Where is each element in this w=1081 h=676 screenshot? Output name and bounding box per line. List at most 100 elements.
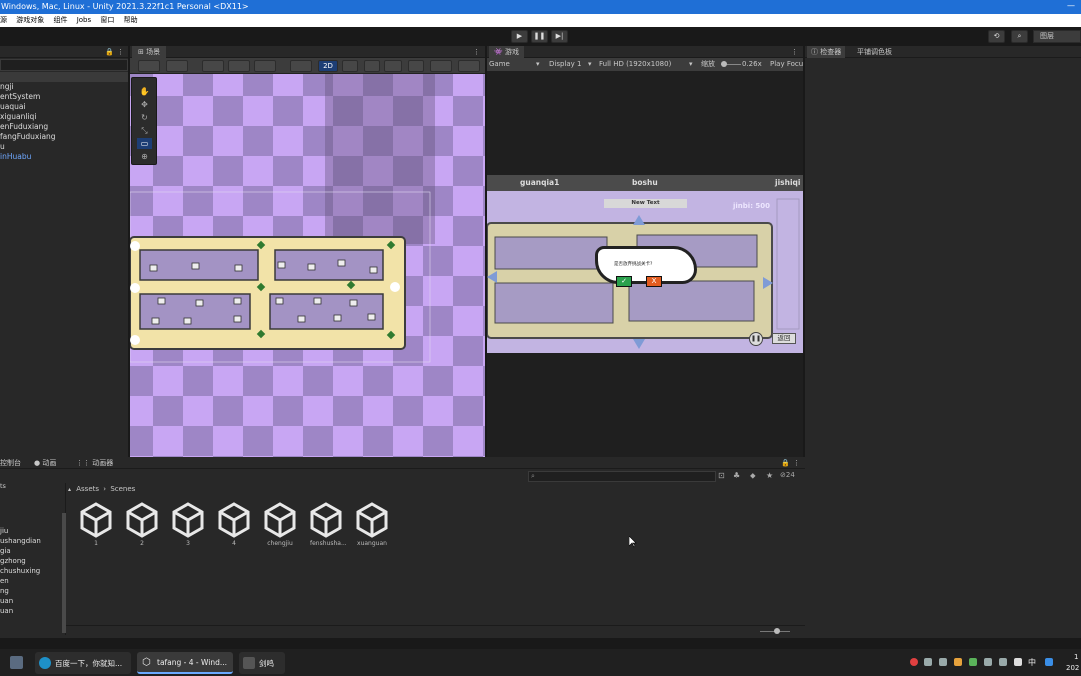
2d-toggle[interactable]: 2D	[318, 60, 338, 72]
list-item[interactable]: xiguanliqi	[0, 112, 128, 122]
pivot-button[interactable]	[254, 60, 276, 72]
tray-icon[interactable]	[1045, 658, 1053, 666]
tree-item[interactable]: gzhong	[0, 556, 65, 566]
list-item[interactable]: uaquai	[0, 102, 128, 112]
tray-icon[interactable]	[924, 658, 932, 666]
hierarchy-search-input[interactable]	[0, 59, 128, 71]
tab-scene[interactable]: ⊞ 场景	[132, 46, 167, 58]
tab-tile-palette[interactable]: 平铺调色板	[857, 46, 892, 58]
scene-header-row[interactable]	[0, 72, 128, 82]
microphone-icon[interactable]	[1014, 658, 1022, 666]
tree-item[interactable]: ts	[0, 483, 65, 490]
tag-icon[interactable]: ⬥	[750, 471, 756, 481]
resolution-dropdown[interactable]: Full HD (1920x1080)	[599, 58, 671, 71]
tree-item[interactable]: jiu	[0, 526, 65, 536]
tab-game[interactable]: 👾 游戏	[489, 46, 524, 58]
lighting-toggle[interactable]	[342, 60, 358, 72]
filter-label-icon[interactable]: ♣	[733, 471, 740, 480]
hand-tool-icon[interactable]: ✋	[137, 86, 152, 97]
record-icon[interactable]	[910, 658, 918, 666]
menu-item-component[interactable]: 组件	[53, 16, 67, 24]
menu-item-gameobject[interactable]: 游戏对象	[16, 16, 44, 24]
taskbar-app-third[interactable]: 剑鸣	[239, 652, 285, 674]
scene-asset[interactable]: 4	[218, 502, 250, 547]
scale-tool-icon[interactable]: ⤡	[137, 125, 152, 136]
filter-type-icon[interactable]: ⊡	[718, 471, 725, 480]
tree-item[interactable]: en	[0, 576, 65, 586]
camera-settings-button[interactable]	[430, 60, 452, 72]
taskview-icon[interactable]	[10, 656, 23, 669]
menu-item-gameobject-partial[interactable]: 源	[0, 16, 7, 24]
pause-button[interactable]: ❚❚	[531, 30, 548, 43]
snap-increment-button[interactable]	[228, 60, 250, 72]
play-focused-dropdown[interactable]: Play Focu	[770, 58, 803, 71]
network-icon[interactable]	[984, 658, 992, 666]
tab-animator[interactable]: ⋮⋮ 动画器	[76, 457, 113, 469]
volume-icon[interactable]	[999, 658, 1007, 666]
back-button[interactable]: 返回	[772, 333, 796, 344]
rect-tool-icon[interactable]: ▭	[137, 138, 152, 149]
favorite-icon[interactable]: ★	[766, 471, 773, 480]
icon-size-slider-handle[interactable]	[774, 628, 780, 634]
menu-item-help[interactable]: 帮助	[124, 16, 138, 24]
list-item[interactable]: entSystem	[0, 92, 128, 102]
play-button[interactable]: ▶	[511, 30, 528, 43]
tree-item[interactable]: uan	[0, 596, 65, 606]
tray-icon[interactable]	[969, 658, 977, 666]
display-dropdown[interactable]: Display 1	[549, 58, 581, 71]
ime-indicator[interactable]: 中	[1028, 657, 1036, 668]
more-icon[interactable]: ⋮	[793, 457, 800, 469]
tree-item[interactable]: ushangdian	[0, 536, 65, 546]
audio-toggle[interactable]	[364, 60, 380, 72]
tree-item[interactable]: ng	[0, 586, 65, 596]
game-view[interactable]: guanqia1 boshu jishiqi New Text jinbi: 5…	[487, 175, 803, 353]
move-tool-icon[interactable]: ✥	[137, 99, 152, 110]
lock-icon[interactable]: 🔒	[105, 46, 114, 58]
clock-date[interactable]: 202	[1066, 664, 1079, 672]
transform-tool-icon[interactable]: ⊕	[137, 151, 152, 162]
tab-animation[interactable]: ● 动画	[34, 457, 56, 469]
clock-time[interactable]: 1	[1074, 653, 1078, 661]
scene-asset[interactable]: chengjiu	[264, 502, 296, 547]
tray-icon[interactable]	[939, 658, 947, 666]
scene-view[interactable]	[130, 74, 485, 457]
tree-item[interactable]: chushuxing	[0, 566, 65, 576]
history-icon[interactable]: ⟲	[988, 30, 1005, 43]
scene-asset[interactable]: 1	[80, 502, 112, 547]
list-item[interactable]: ngji	[0, 82, 128, 92]
taskbar-app-unity[interactable]: ⬡ tafang - 4 - Wind...	[137, 652, 233, 674]
project-search-input[interactable]: ⌕	[528, 471, 716, 482]
menu-item-window[interactable]: 窗口	[100, 16, 114, 24]
tab-console[interactable]: 控制台	[0, 457, 21, 469]
draw-mode-button[interactable]	[138, 60, 160, 72]
cancel-button[interactable]: X	[646, 276, 662, 287]
rotate-tool-icon[interactable]: ↻	[137, 112, 152, 123]
gizmo-mode-button[interactable]	[290, 60, 312, 72]
tree-scrollbar[interactable]	[62, 513, 66, 633]
scene-asset[interactable]: fenshusha...	[310, 502, 347, 547]
layers-dropdown[interactable]: 图层	[1033, 30, 1081, 43]
list-item[interactable]: u	[0, 142, 128, 152]
list-item[interactable]: inHuabu	[0, 152, 128, 162]
more-icon[interactable]: ⋮	[117, 46, 124, 58]
hidden-objects-toggle[interactable]	[408, 60, 424, 72]
lock-icon[interactable]: 🔒	[781, 457, 790, 469]
tree-item[interactable]: gia	[0, 546, 65, 556]
minimize-button[interactable]: —	[1067, 0, 1075, 14]
confirm-button[interactable]: ✓	[616, 276, 632, 287]
grid-snap-button[interactable]	[202, 60, 224, 72]
effects-toggle[interactable]	[384, 60, 402, 72]
game-mode-dropdown[interactable]: Game	[489, 58, 510, 71]
list-item[interactable]: enFuduxiang	[0, 122, 128, 132]
search-icon[interactable]: ⌕	[1011, 30, 1028, 43]
scene-asset[interactable]: xuanguan	[356, 502, 388, 547]
more-icon[interactable]: ⋮	[473, 46, 480, 58]
scene-camera-button[interactable]	[166, 60, 188, 72]
scale-slider-handle[interactable]	[721, 61, 727, 67]
pause-icon[interactable]: ❚❚	[749, 332, 763, 346]
list-item[interactable]: fangFuduxiang	[0, 132, 128, 142]
step-button[interactable]: ▶|	[551, 30, 568, 43]
scene-asset[interactable]: 2	[126, 502, 158, 547]
tab-inspector[interactable]: ⓘ 检查器	[807, 46, 846, 58]
tray-icon[interactable]	[954, 658, 962, 666]
